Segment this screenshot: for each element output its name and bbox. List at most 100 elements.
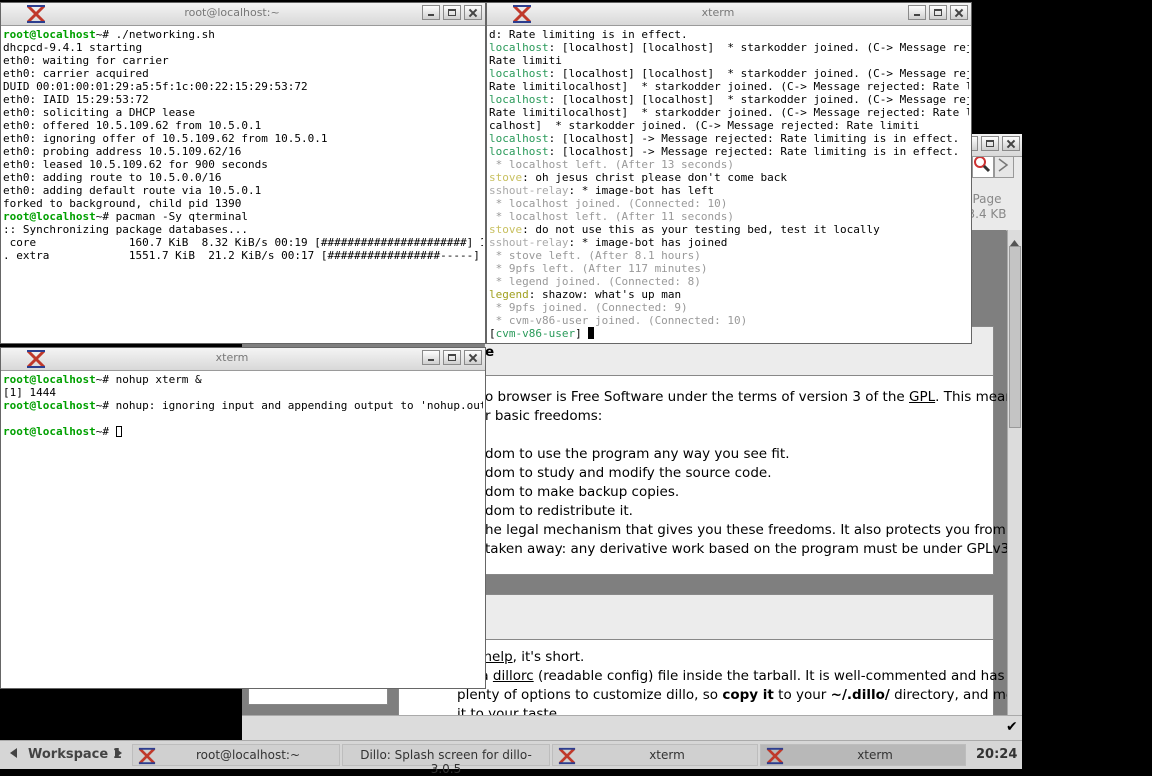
line-text: : * image-bot has left xyxy=(568,184,715,197)
search-dropdown[interactable] xyxy=(994,154,1014,178)
terminal-line: sshout-relay: * image-bot has joined xyxy=(489,236,969,249)
workspace-name[interactable]: Workspace 1 xyxy=(28,747,122,762)
scroll-thumb[interactable] xyxy=(1009,246,1021,428)
line-text: : [localhost] [localhost] * starkodder j… xyxy=(548,67,969,80)
line-text: eth0: probing address 10.5.109.62/16 xyxy=(3,145,242,158)
line-text: eth0: leased 10.5.109.62 for 900 seconds xyxy=(3,158,268,171)
vertical-scrollbar[interactable] xyxy=(1007,230,1022,716)
body-line-text: dom to study and modify the source code. xyxy=(485,465,772,481)
minimize-button[interactable] xyxy=(422,350,440,365)
close-button[interactable] xyxy=(464,350,482,365)
terminal-line: localhost: [localhost] [localhost] * sta… xyxy=(489,41,969,54)
minimize-button[interactable] xyxy=(422,5,440,20)
chat-nick: stove xyxy=(489,171,523,184)
check-icon: ✔ xyxy=(1006,719,1018,735)
terminal-line: sshout-relay: * image-bot has left xyxy=(489,184,969,197)
search-icon xyxy=(974,156,991,173)
xterm-x-icon[interactable] xyxy=(25,4,47,24)
terminal-line: eth0: soliciting a DHCP lease xyxy=(3,106,483,119)
input-suffix: ] xyxy=(575,327,589,340)
line-text: : oh jesus christ please don't come back xyxy=(522,171,788,184)
terminal-line: eth0: adding route to 10.5.0.0/16 xyxy=(3,171,483,184)
gpl-link[interactable]: GPL xyxy=(909,389,935,405)
titlebar: xterm xyxy=(1,348,485,371)
xterm-x-icon[interactable] xyxy=(25,349,47,369)
taskbar-item-xterm-1[interactable]: xterm xyxy=(552,744,758,766)
body-line: dom to make backup copies. xyxy=(485,483,679,502)
close-button[interactable] xyxy=(464,5,482,20)
taskbar-item-root[interactable]: root@localhost:~ xyxy=(132,744,340,766)
taskbar-item-label: xterm xyxy=(857,748,893,762)
maximize-button[interactable] xyxy=(443,5,461,20)
taskbar-item-label: xterm xyxy=(649,748,685,762)
terminal-line: * 9pfs joined. (Connected: 9) xyxy=(489,301,969,314)
prompt-text: root@localhost xyxy=(3,425,96,438)
xterm-x-icon[interactable] xyxy=(511,4,533,24)
terminal-line: eth0: IAID 15:29:53:72 xyxy=(3,93,483,106)
body-line: r basic freedoms: xyxy=(485,407,602,426)
workspace-next-icon[interactable] xyxy=(114,747,124,762)
terminal-line: root@localhost~# nohup xterm & xyxy=(3,373,483,386)
xterm-x-icon xyxy=(766,747,784,765)
line-text: * stove left. (After 8.1 hours) xyxy=(489,249,701,262)
dillo-dir-bold: ~/.dillo/ xyxy=(830,687,890,703)
scroll-up-icon[interactable] xyxy=(1010,232,1019,246)
dillorc-line: e's a dillorc (readable config) file ins… xyxy=(457,667,1005,686)
body-line: taken away: any derivative work based on… xyxy=(485,540,1022,559)
maximize-button[interactable] xyxy=(981,136,999,151)
maximize-button[interactable] xyxy=(443,350,461,365)
terminal-line: stove: do not use this as your testing b… xyxy=(489,223,969,236)
window-title: xterm xyxy=(701,6,735,19)
line-text: eth0: IAID 15:29:53:72 xyxy=(3,93,149,106)
terminal-line: eth0: leased 10.5.109.62 for 900 seconds xyxy=(3,158,483,171)
taskbar-item-xterm-2[interactable]: xterm xyxy=(760,744,966,766)
close-button[interactable] xyxy=(1002,136,1020,151)
minimize-button[interactable] xyxy=(908,5,926,20)
body-line-text: o browser is Free Software under the ter… xyxy=(485,389,910,405)
section-body-2: the help, it's short. e's a dillorc (rea… xyxy=(398,639,1022,722)
help-link[interactable]: help xyxy=(483,649,512,665)
prompt-text: root@localhost xyxy=(3,28,96,41)
dillorc-link[interactable]: dillorc xyxy=(493,668,534,684)
titlebar: xterm xyxy=(487,3,971,26)
window-title: xterm xyxy=(215,351,249,364)
text-cursor xyxy=(115,426,122,437)
line-text: * legend joined. (Connected: 8) xyxy=(489,275,701,288)
terminal-line: localhost: [localhost] [localhost] * sta… xyxy=(489,93,969,106)
terminal-line: forked to background, child pid 1390 xyxy=(3,197,483,210)
maximize-button[interactable] xyxy=(929,5,947,20)
terminal-line: * stove left. (After 8.1 hours) xyxy=(489,249,969,262)
line-text: : [localhost] [localhost] * starkodder j… xyxy=(548,93,969,106)
terminal-line: Rate limiti xyxy=(489,54,969,67)
copy-line-b: to your xyxy=(773,687,831,703)
copy-line-c: directory, and modify xyxy=(894,687,1022,703)
close-button[interactable] xyxy=(950,5,968,20)
chat-nick: legend xyxy=(489,288,529,301)
titlebar: root@localhost:~ xyxy=(1,3,485,26)
line-text: * localhost joined. (Connected: 10) xyxy=(489,197,728,210)
line-text: : [localhost] -> Message rejected: Rate … xyxy=(548,145,960,158)
line-text: * localhost left. (After 11 seconds) xyxy=(489,210,735,223)
terminal-line: root@localhost~# xyxy=(3,425,483,438)
search-button[interactable] xyxy=(972,154,994,178)
chat-nick: localhost xyxy=(489,67,549,80)
terminal-line: eth0: carrier acquired xyxy=(3,67,483,80)
terminal-line: stove: oh jesus christ please don't come… xyxy=(489,171,969,184)
terminal-output[interactable]: root@localhost~# ./networking.sh dhcpcd-9… xyxy=(3,28,483,341)
line-text: eth0: waiting for carrier xyxy=(3,54,169,67)
chat-input-line[interactable]: [cvm-v86-user] xyxy=(489,327,969,341)
terminal-line: * localhost left. (After 13 seconds) xyxy=(489,158,969,171)
terminal-output[interactable]: root@localhost~# nohup xterm & [1] 1444 ro… xyxy=(3,373,483,686)
chat-nick: stove xyxy=(489,223,523,236)
line-text: . extra 1551.7 KiB 21.2 KiB/s 00:17 [###… xyxy=(3,249,483,262)
taskbar-item-dillo[interactable]: Dillo: Splash screen for dillo-3.0.5 xyxy=(342,744,550,776)
prompt-text: root@localhost xyxy=(3,373,96,386)
workspace-prev-icon[interactable] xyxy=(8,747,18,762)
terminal-output[interactable]: d: Rate limiting is in effect. localhost:… xyxy=(489,28,969,341)
line-text: d: Rate limiting is in effect. xyxy=(489,28,688,41)
input-prefix: [ xyxy=(489,327,496,340)
line-text: : [localhost] [localhost] * starkodder j… xyxy=(548,41,969,54)
line-text: * 9pfs joined. (Connected: 9) xyxy=(489,301,688,314)
line-text: :: Synchronizing package databases... xyxy=(3,223,249,236)
